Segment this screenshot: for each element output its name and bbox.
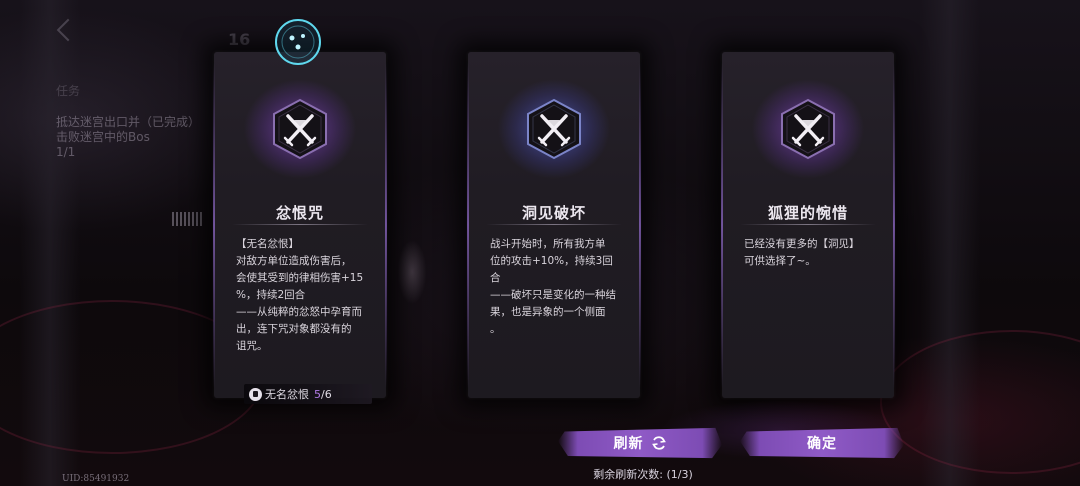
uid-label: UID:85491932 <box>62 474 130 484</box>
card-edge <box>385 62 387 388</box>
counter-current: 5 <box>314 387 321 401</box>
refresh-button[interactable]: 刷新 <box>558 427 722 459</box>
bg-swirl <box>880 330 1080 474</box>
buff-card-3[interactable]: 狐狸的惋惜 已经没有更多的【洞见】 可供选择了~。 <box>721 52 895 398</box>
bg-character <box>392 232 432 312</box>
confirm-button-label: 确定 <box>807 436 837 452</box>
bg-quest-line: 击败迷宫中的Bos <box>56 130 150 144</box>
game-screen: 16 任务 抵达迷宫出口并（已完成） 击败迷宫中的Bos 1/1 忿恨咒 【无名… <box>0 0 1080 486</box>
card-title: 狐狸的惋惜 <box>767 204 848 222</box>
card-description: 战斗开始时，所有我方单 位的攻击+10%，持续3回 合 ——破坏只是变化的一种结… <box>490 238 616 335</box>
card-edge <box>639 62 641 388</box>
card-edge <box>213 62 215 388</box>
buff-card-2[interactable]: 洞见破坏 战斗开始时，所有我方单 位的攻击+10%，持续3回 合 ——破坏只是变… <box>467 52 641 398</box>
buff-card-1[interactable]: 忿恨咒 【无名忿恨】 对敌方单位造成伤害后， 会使其受到的律相伤害+15 %，持… <box>213 52 387 404</box>
crossed-swords-icon <box>781 98 835 160</box>
refresh-button-label: 刷新 <box>613 436 644 452</box>
title-divider <box>740 224 876 225</box>
card-description: 【无名忿恨】 对敌方单位造成伤害后， 会使其受到的律相伤害+15 %，持续2回合… <box>236 238 364 352</box>
crossed-swords-icon <box>527 98 581 160</box>
crossed-swords-icon <box>273 98 327 160</box>
counter-label: 无名忿恨 <box>265 388 309 401</box>
bg-level-badge: 16 <box>228 30 251 49</box>
title-divider <box>486 224 622 225</box>
card-title: 洞见破坏 <box>521 204 586 222</box>
bg-bars-icon <box>172 212 202 226</box>
refresh-remaining-text: 剩余刷新次数: (1/3) <box>593 468 693 481</box>
title-divider <box>232 224 368 225</box>
selection-orb-icon <box>275 19 321 65</box>
card-edge <box>467 62 469 388</box>
bg-quest-line: 抵达迷宫出口并（已完成） <box>56 115 201 129</box>
bg-quest-line: 任务 <box>56 84 81 98</box>
bg-quest-tracker: 任务 抵达迷宫出口并（已完成） 击败迷宫中的Bos 1/1 <box>56 84 200 160</box>
refresh-icon <box>651 436 666 450</box>
card-title: 忿恨咒 <box>275 204 324 222</box>
card-edge <box>893 62 895 388</box>
card-edge <box>721 62 723 388</box>
card-description: 已经没有更多的【洞见】 可供选择了~。 <box>744 238 860 267</box>
stack-counter: 无名忿恨 5 /6 <box>244 384 372 404</box>
bg-quest-line: 1/1 <box>56 145 76 159</box>
counter-max: /6 <box>321 387 332 401</box>
fist-icon <box>249 387 262 401</box>
